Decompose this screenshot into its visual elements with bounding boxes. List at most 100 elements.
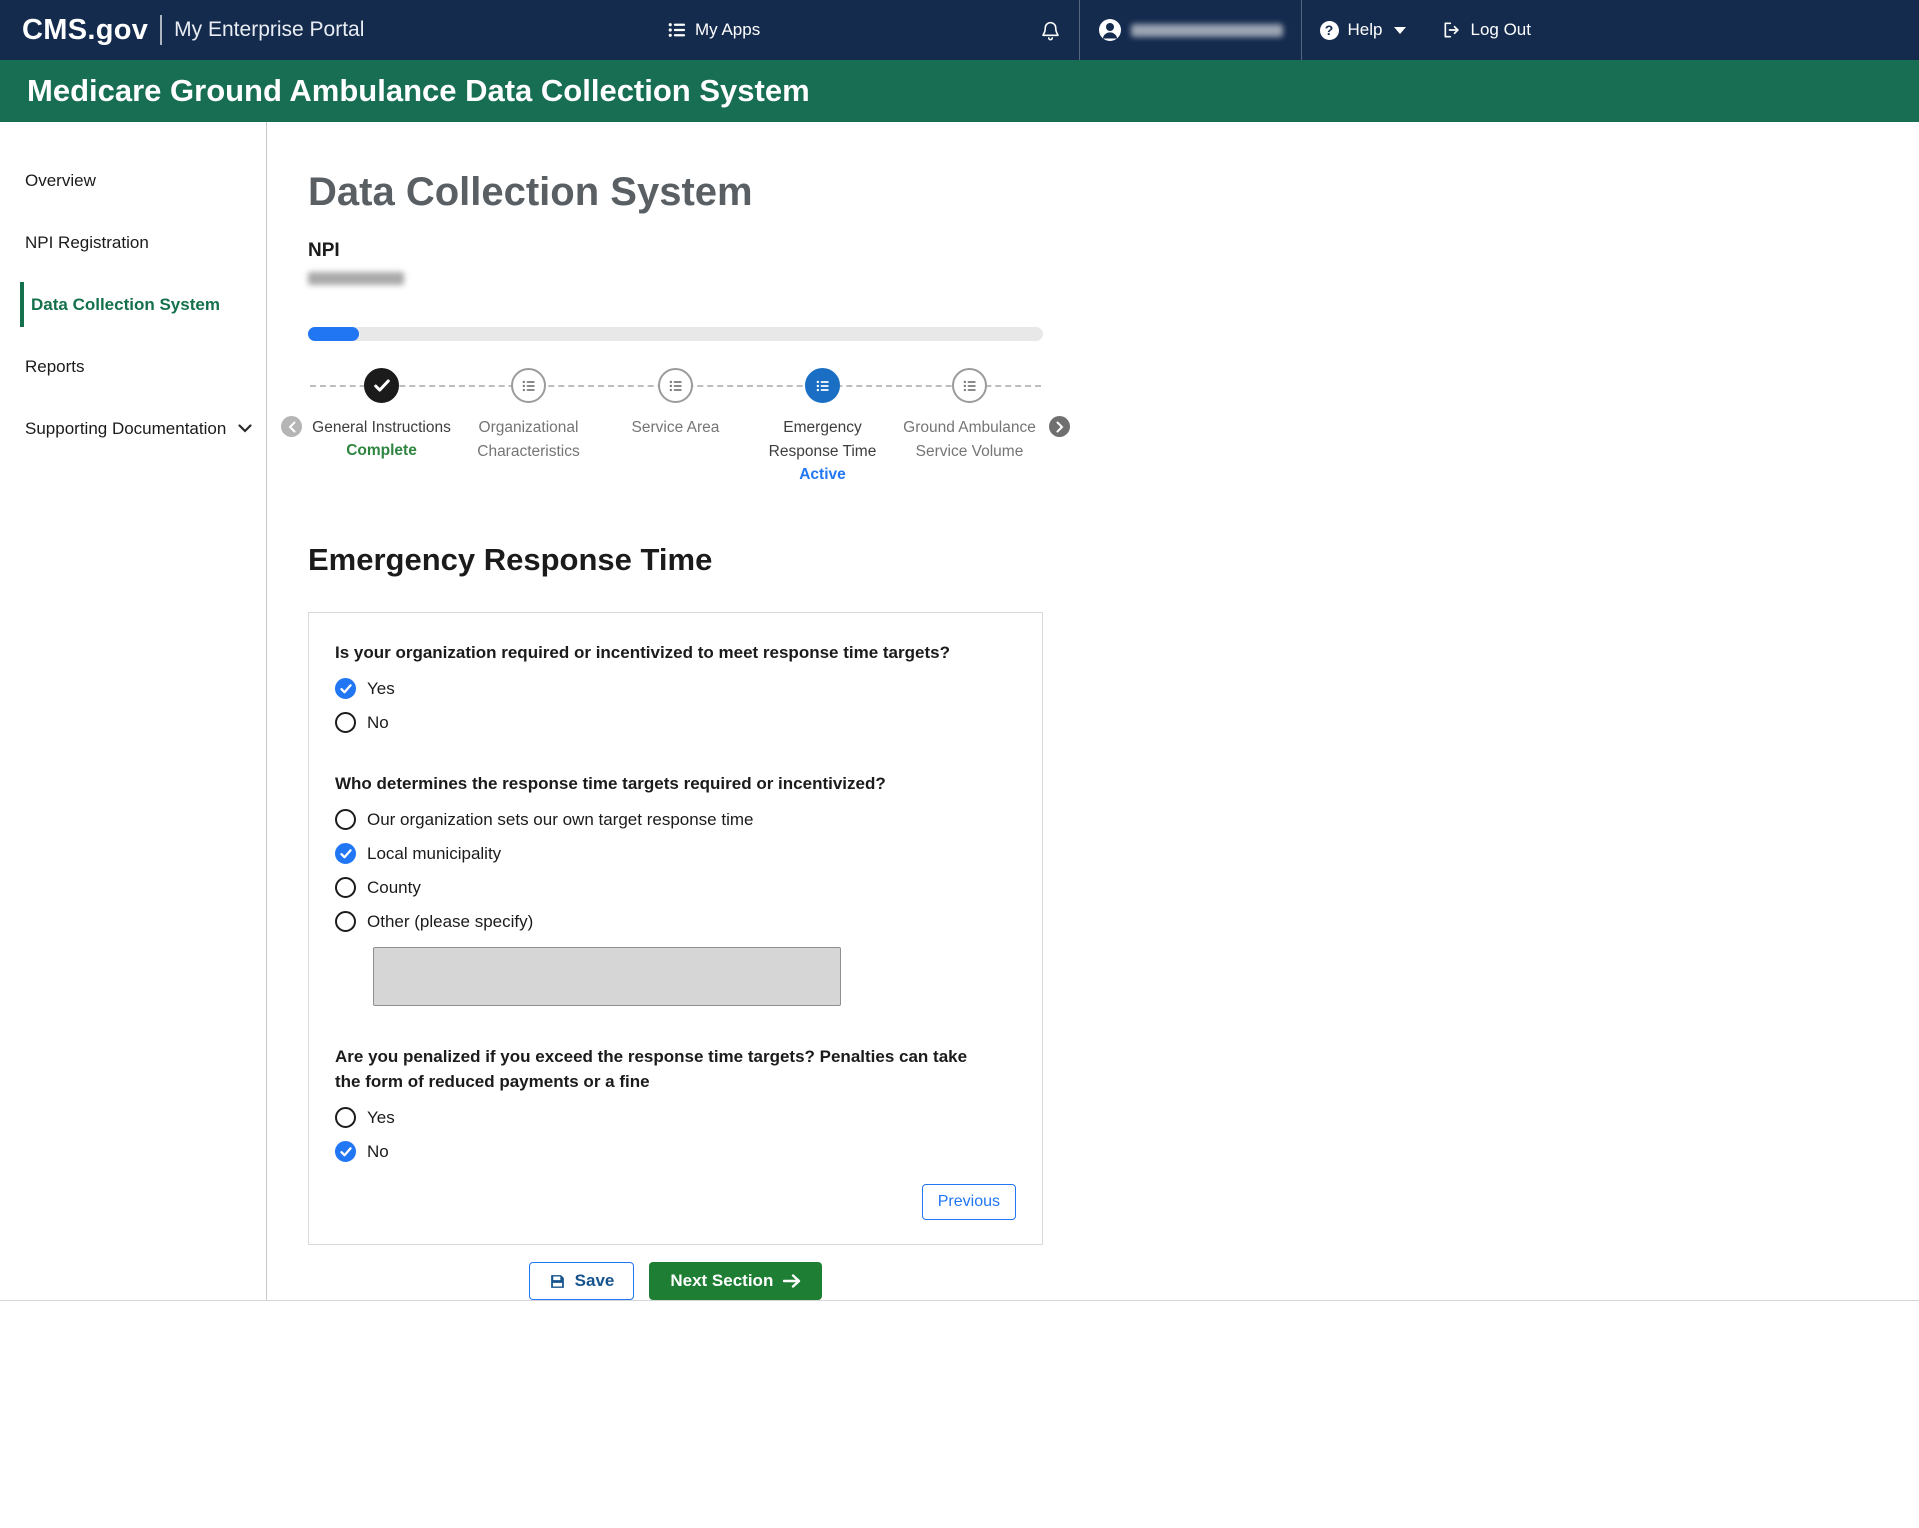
radio-label: Yes bbox=[367, 679, 395, 699]
help-label: Help bbox=[1348, 20, 1383, 40]
sidebar-item-overview[interactable]: Overview bbox=[0, 170, 266, 191]
logout-label: Log Out bbox=[1471, 20, 1532, 40]
q2-option-other[interactable]: Other (please specify) bbox=[335, 911, 1016, 932]
q2-option-local-municipality[interactable]: Local municipality bbox=[335, 843, 1016, 864]
stepper-next-arrow[interactable] bbox=[1049, 416, 1070, 437]
step-general-instructions[interactable]: General Instructions Complete bbox=[308, 368, 455, 486]
radio-label: No bbox=[367, 1142, 389, 1162]
question-3-options: Yes No bbox=[335, 1107, 1016, 1162]
radio-button[interactable] bbox=[335, 678, 356, 699]
next-section-label: Next Section bbox=[670, 1271, 773, 1291]
save-button[interactable]: Save bbox=[529, 1262, 635, 1300]
step-status: Complete bbox=[346, 440, 417, 462]
radio-button[interactable] bbox=[335, 1141, 356, 1162]
question-text: Is your organization required or incenti… bbox=[335, 640, 990, 665]
cms-logo[interactable]: CMS.gov My Enterprise Portal bbox=[22, 14, 364, 47]
q2-option-county[interactable]: County bbox=[335, 877, 1016, 898]
stepper-previous-arrow[interactable] bbox=[281, 416, 302, 437]
navbar-right-group: ? Help Log Out bbox=[1022, 0, 1549, 60]
cms-logo-text: CMS.gov bbox=[22, 14, 148, 47]
question-card: Is your organization required or incenti… bbox=[308, 612, 1043, 1245]
question-2: Who determines the response time targets… bbox=[335, 771, 1016, 1006]
step-complete-check-icon bbox=[364, 368, 399, 403]
sidebar-item-label: Overview bbox=[25, 170, 96, 191]
radio-label: Local municipality bbox=[367, 844, 501, 864]
question-1: Is your organization required or incenti… bbox=[335, 640, 1016, 733]
card-footer: Previous bbox=[335, 1184, 1016, 1220]
radio-label: Yes bbox=[367, 1108, 395, 1128]
radio-button[interactable] bbox=[335, 809, 356, 830]
radio-label: Our organization sets our own target res… bbox=[367, 810, 753, 830]
my-apps-list-icon bbox=[668, 22, 686, 38]
step-emergency-response-time[interactable]: Emergency Response Time Active bbox=[749, 368, 896, 486]
progress-bar bbox=[308, 327, 1043, 341]
previous-button[interactable]: Previous bbox=[922, 1184, 1016, 1220]
question-1-options: Yes No bbox=[335, 678, 1016, 733]
my-apps-menu[interactable]: My Apps bbox=[668, 0, 760, 60]
form-actions: Save Next Section bbox=[308, 1262, 1043, 1300]
caret-down-icon bbox=[1394, 27, 1406, 34]
radio-button[interactable] bbox=[335, 712, 356, 733]
user-avatar-icon bbox=[1098, 18, 1122, 42]
step-list-icon bbox=[952, 368, 987, 403]
sidebar-item-label: NPI Registration bbox=[25, 232, 149, 253]
page-title: Data Collection System bbox=[308, 170, 1067, 215]
stepper-steps: General Instructions Complete Organizati… bbox=[308, 368, 1043, 486]
save-icon bbox=[549, 1273, 566, 1290]
step-label: Ground Ambulance Service Volume bbox=[899, 416, 1040, 464]
user-menu[interactable] bbox=[1080, 0, 1301, 60]
step-label: Emergency Response Time bbox=[752, 416, 893, 464]
step-list-icon bbox=[511, 368, 546, 403]
main-content: Data Collection System NPI General Instr… bbox=[267, 122, 1067, 1300]
q3-option-yes[interactable]: Yes bbox=[335, 1107, 1016, 1128]
chevron-down-icon bbox=[238, 424, 252, 433]
radio-button[interactable] bbox=[335, 877, 356, 898]
radio-button[interactable] bbox=[335, 911, 356, 932]
logout-icon bbox=[1442, 20, 1462, 40]
npi-label: NPI bbox=[308, 240, 1067, 262]
bell-icon bbox=[1040, 20, 1061, 41]
radio-button[interactable] bbox=[335, 843, 356, 864]
help-menu[interactable]: ? Help bbox=[1302, 0, 1424, 60]
next-section-button[interactable]: Next Section bbox=[649, 1262, 822, 1300]
step-label: General Instructions bbox=[312, 416, 451, 440]
sidebar-item-supporting-documentation[interactable]: Supporting Documentation bbox=[0, 418, 266, 439]
radio-label: Other (please specify) bbox=[367, 912, 533, 932]
radio-button[interactable] bbox=[335, 1107, 356, 1128]
user-name-redacted bbox=[1131, 24, 1283, 37]
radio-label: No bbox=[367, 713, 389, 733]
step-organizational-characteristics[interactable]: Organizational Characteristics bbox=[455, 368, 602, 486]
q3-option-no[interactable]: No bbox=[335, 1141, 1016, 1162]
app-header: Medicare Ground Ambulance Data Collectio… bbox=[0, 60, 1919, 122]
sidebar-item-label: Supporting Documentation bbox=[25, 418, 226, 439]
question-2-options: Our organization sets our own target res… bbox=[335, 809, 1016, 1006]
progress-bar-fill bbox=[308, 327, 359, 341]
notifications-button[interactable] bbox=[1022, 0, 1079, 60]
logout-button[interactable]: Log Out bbox=[1424, 0, 1550, 60]
sidebar-item-npi-registration[interactable]: NPI Registration bbox=[0, 232, 266, 253]
other-specify-input[interactable] bbox=[373, 947, 841, 1006]
save-label: Save bbox=[575, 1271, 615, 1291]
q2-option-own-organization[interactable]: Our organization sets our own target res… bbox=[335, 809, 1016, 830]
sidebar-item-data-collection-system[interactable]: Data Collection System bbox=[0, 294, 266, 315]
step-ground-ambulance-service-volume[interactable]: Ground Ambulance Service Volume bbox=[896, 368, 1043, 486]
question-text: Are you penalized if you exceed the resp… bbox=[335, 1044, 990, 1094]
top-navbar: CMS.gov My Enterprise Portal My Apps bbox=[0, 0, 1919, 60]
step-service-area[interactable]: Service Area bbox=[602, 368, 749, 486]
step-list-icon bbox=[658, 368, 693, 403]
section-stepper: General Instructions Complete Organizati… bbox=[308, 368, 1043, 486]
question-3: Are you penalized if you exceed the resp… bbox=[335, 1044, 1016, 1162]
my-apps-label: My Apps bbox=[695, 20, 760, 40]
arrow-right-icon bbox=[783, 1274, 801, 1288]
sidebar-item-reports[interactable]: Reports bbox=[0, 356, 266, 377]
question-text: Who determines the response time targets… bbox=[335, 771, 990, 796]
content-area: Overview NPI Registration Data Collectio… bbox=[0, 122, 1919, 1301]
step-label: Service Area bbox=[632, 416, 720, 440]
q1-option-no[interactable]: No bbox=[335, 712, 1016, 733]
portal-name: My Enterprise Portal bbox=[174, 18, 364, 42]
q1-option-yes[interactable]: Yes bbox=[335, 678, 1016, 699]
step-label: Organizational Characteristics bbox=[458, 416, 599, 464]
step-list-icon bbox=[805, 368, 840, 403]
brand-divider bbox=[160, 15, 162, 45]
sidebar: Overview NPI Registration Data Collectio… bbox=[0, 122, 267, 1300]
